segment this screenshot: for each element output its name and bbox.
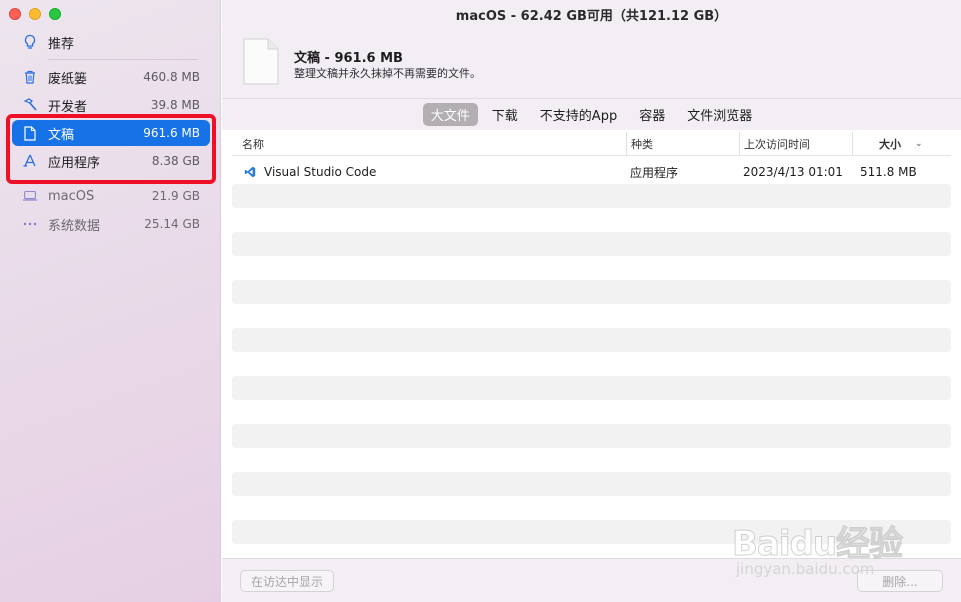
tab-containers[interactable]: 容器	[631, 103, 673, 126]
sidebar-item-label: macOS	[48, 188, 95, 204]
tab-bar: 大文件 下载 不支持的App 容器 文件浏览器	[222, 98, 961, 130]
zoom-window-button[interactable]	[49, 8, 61, 20]
file-kind: 应用程序	[630, 165, 679, 180]
sidebar-item-size: 39.8 MB	[150, 98, 200, 112]
column-header-size[interactable]: 大小 ⌄	[852, 132, 928, 156]
sidebar-item-system-data[interactable]: 系统数据 25.14 GB	[12, 211, 210, 237]
ellipsis-icon	[22, 216, 38, 232]
file-list: Visual Studio Code 应用程序 2023/4/13 01:01 …	[232, 160, 951, 544]
file-name: Visual Studio Code	[264, 165, 377, 179]
tab-file-browser[interactable]: 文件浏览器	[679, 103, 760, 126]
chevron-down-icon: ⌄	[915, 139, 923, 149]
empty-row	[232, 376, 951, 400]
main-pane: macOS - 62.42 GB可用（共121.12 GB） 文稿 - 961.…	[222, 0, 961, 602]
file-last-accessed: 2023/4/13 01:01	[743, 165, 843, 179]
empty-row	[232, 208, 951, 232]
empty-row	[232, 328, 951, 352]
show-in-finder-button[interactable]: 在访达中显示	[240, 570, 335, 592]
empty-row	[232, 232, 951, 256]
empty-row	[232, 520, 951, 544]
tab-large-files[interactable]: 大文件	[422, 103, 478, 126]
sidebar-item-size: 460.8 MB	[143, 70, 200, 84]
document-large-icon	[243, 38, 279, 85]
sidebar: 推荐 废纸篓 460.8 MB 开发者 39.8 MB 文稿 961.6 MB	[0, 0, 221, 602]
file-size: 511.8 MB	[860, 165, 917, 179]
table-row[interactable]: Visual Studio Code 应用程序 2023/4/13 01:01 …	[232, 160, 951, 184]
empty-row	[232, 424, 951, 448]
empty-row	[232, 472, 951, 496]
sidebar-item-label: 系统数据	[48, 218, 101, 234]
empty-row	[232, 184, 951, 208]
empty-row	[232, 352, 951, 376]
sidebar-item-recommendations[interactable]: 推荐	[12, 29, 210, 55]
empty-row	[232, 496, 951, 520]
sidebar-item-size: 21.9 GB	[151, 189, 200, 203]
window-controls	[9, 8, 61, 20]
window-title: macOS - 62.42 GB可用（共121.12 GB）	[222, 0, 961, 28]
column-header-kind[interactable]: 种类	[626, 132, 653, 156]
column-header-size-label: 大小	[879, 138, 901, 151]
tab-unsupported-apps[interactable]: 不支持的App	[532, 103, 625, 126]
footer-bar: 在访达中显示 删除...	[222, 558, 961, 602]
tab-downloads[interactable]: 下载	[484, 103, 526, 126]
empty-row	[232, 304, 951, 328]
sidebar-item-trash[interactable]: 废纸篓 460.8 MB	[12, 64, 210, 90]
column-header-last-accessed[interactable]: 上次访问时间	[739, 132, 810, 156]
category-header: 文稿 - 961.6 MB 整理文稿并永久抹掉不再需要的文件。	[222, 28, 961, 98]
empty-row	[232, 280, 951, 304]
empty-row	[232, 400, 951, 424]
sidebar-divider	[48, 59, 198, 60]
hammer-icon	[22, 97, 38, 113]
empty-row	[232, 448, 951, 472]
sidebar-item-label: 废纸篓	[48, 71, 88, 87]
sidebar-item-macos[interactable]: macOS 21.9 GB	[12, 183, 210, 209]
category-description: 整理文稿并永久抹掉不再需要的文件。	[294, 67, 481, 80]
lightbulb-icon	[22, 34, 38, 50]
minimize-window-button[interactable]	[29, 8, 41, 20]
trash-icon	[22, 69, 38, 85]
sidebar-item-label: 推荐	[48, 36, 75, 52]
vscode-icon	[244, 166, 256, 178]
table-header: 名称 种类 上次访问时间 大小 ⌄	[232, 132, 951, 156]
storage-management-window: 推荐 废纸篓 460.8 MB 开发者 39.8 MB 文稿 961.6 MB	[0, 0, 961, 602]
close-window-button[interactable]	[9, 8, 21, 20]
annotation-highlight-box	[6, 114, 216, 184]
column-header-name[interactable]: 名称	[242, 132, 264, 156]
sidebar-item-label: 开发者	[48, 99, 88, 115]
delete-button[interactable]: 删除...	[857, 570, 943, 592]
empty-row	[232, 256, 951, 280]
sidebar-item-size: 25.14 GB	[144, 217, 200, 231]
category-title: 文稿 - 961.6 MB	[294, 51, 403, 66]
laptop-icon	[22, 188, 38, 204]
